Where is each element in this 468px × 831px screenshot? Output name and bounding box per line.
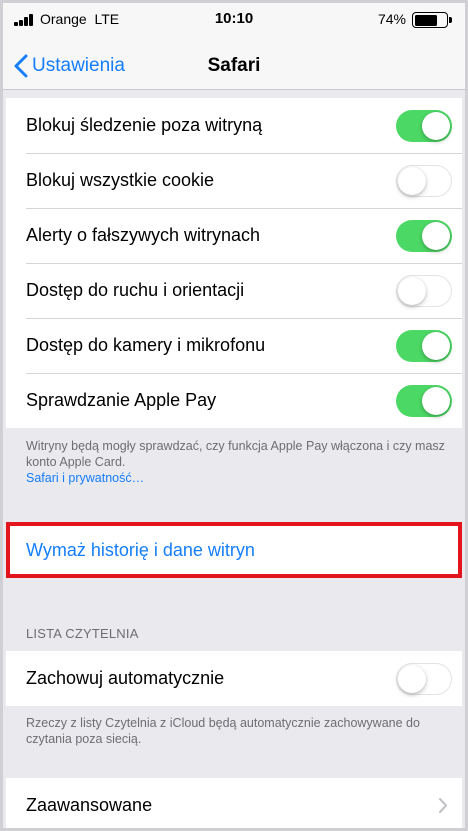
setting-label: Dostęp do kamery i mikrofonu: [26, 335, 266, 355]
advanced-label: Zaawansowane: [26, 795, 153, 815]
setting-row-cross-site-tracking: Blokuj śledzenie poza witryną: [6, 98, 462, 153]
setting-row-camera-microphone: Dostęp do kamery i mikrofonu: [6, 318, 462, 373]
reading-list-group: Zachowuj automatycznie: [6, 651, 462, 706]
setting-label: Blokuj śledzenie poza witryną: [26, 115, 263, 135]
apple-pay-toggle[interactable]: [396, 385, 452, 417]
setting-row-fraud-warning: Alerty o fałszywych witrynach: [6, 208, 462, 263]
chevron-right-icon: [438, 797, 448, 814]
setting-label: Sprawdzanie Apple Pay: [26, 390, 217, 410]
setting-row-apple-pay: Sprawdzanie Apple Pay: [6, 373, 462, 428]
advanced-row[interactable]: Zaawansowane: [6, 778, 462, 831]
privacy-footer-text: Witryny będą mogły sprawdzać, czy funkcj…: [26, 439, 445, 469]
navigation-bar: Ustawienia Safari: [0, 40, 468, 90]
block-cookies-toggle[interactable]: [396, 165, 452, 197]
setting-label: Alerty o fałszywych witrynach: [26, 225, 261, 245]
setting-row-block-cookies: Blokuj wszystkie cookie: [6, 153, 462, 208]
cross-site-tracking-toggle[interactable]: [396, 110, 452, 142]
setting-label: Blokuj wszystkie cookie: [26, 170, 215, 190]
setting-row-motion-orientation: Dostęp do ruchu i orientacji: [6, 263, 462, 318]
privacy-footer: Witryny będą mogły sprawdzać, czy funkcj…: [26, 438, 446, 486]
setting-row-save-offline: Zachowuj automatycznie: [6, 651, 462, 706]
page-title: Safari: [207, 55, 261, 76]
battery-fill: [414, 14, 438, 26]
battery-icon: [412, 12, 452, 28]
safari-privacy-link[interactable]: Safari i prywatność…: [26, 470, 446, 486]
motion-orientation-toggle[interactable]: [396, 275, 452, 307]
clear-history-button[interactable]: Wymaż historię i dane witryn: [6, 522, 462, 578]
privacy-settings-group: Blokuj śledzenie poza witryną Blokuj wsz…: [6, 98, 462, 428]
save-offline-toggle[interactable]: [396, 663, 452, 695]
fraud-warning-toggle[interactable]: [396, 220, 452, 252]
battery-percentage: 74%: [377, 11, 406, 27]
reading-list-header: LISTA CZYTELNIA: [26, 626, 139, 641]
clear-history-label: Wymaż historię i dane witryn: [26, 539, 255, 560]
setting-label: Zachowuj automatycznie: [26, 668, 225, 688]
setting-label: Dostęp do ruchu i orientacji: [26, 280, 245, 300]
reading-list-footer: Rzeczy z listy Czytelnia z iCloud będą a…: [26, 716, 420, 746]
status-bar: Orange LTE 10:10 74%: [0, 0, 468, 40]
camera-microphone-toggle[interactable]: [396, 330, 452, 362]
advanced-group: Zaawansowane: [6, 778, 462, 831]
